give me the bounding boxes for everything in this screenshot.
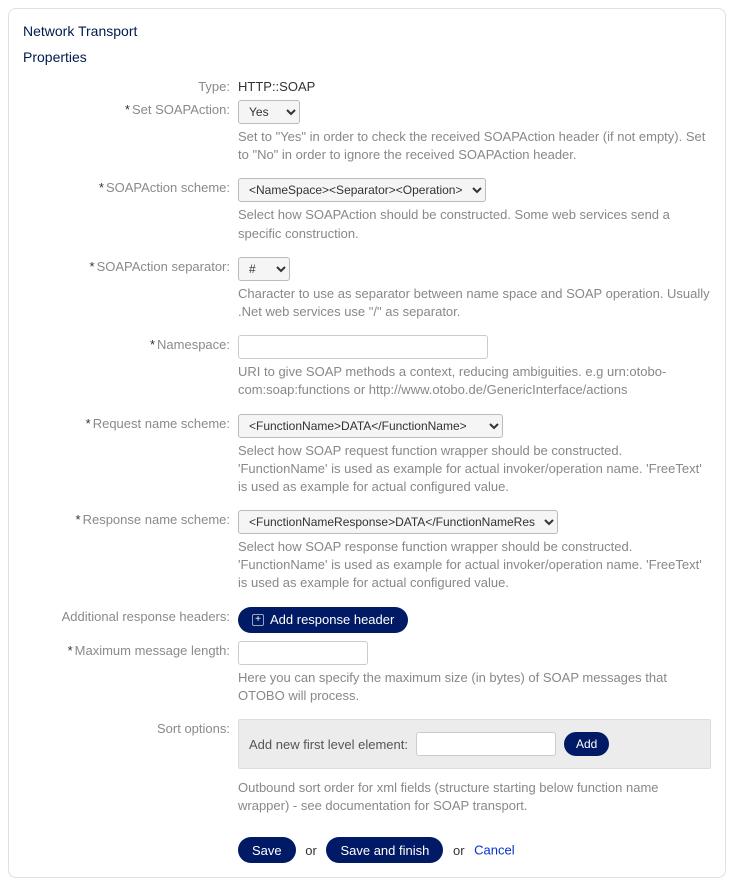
row-request-name-scheme: *Request name scheme: <FunctionName>DATA… [23, 412, 711, 505]
value-type: HTTP::SOAP [238, 75, 711, 94]
label-request-name-scheme: Request name scheme: [93, 416, 230, 431]
response-name-scheme-select[interactable]: <FunctionNameResponse>DATA</FunctionName… [238, 510, 558, 534]
row-response-name-scheme: *Response name scheme: <FunctionNameResp… [23, 508, 711, 601]
max-length-input[interactable] [238, 641, 368, 665]
sort-add-button[interactable]: Add [564, 732, 609, 756]
label-namespace: Namespace: [157, 337, 230, 352]
row-max-length: *Maximum message length: Here you can sp… [23, 639, 711, 713]
label-additional-headers: Additional response headers: [23, 605, 238, 624]
row-type: Type: HTTP::SOAP [23, 75, 711, 94]
label-sort-options: Sort options: [23, 717, 238, 736]
soapaction-separator-select[interactable]: # [238, 257, 290, 281]
label-soapaction-separator: SOAPAction separator: [97, 259, 230, 274]
help-request-name-scheme: Select how SOAP request function wrapper… [238, 442, 711, 497]
row-namespace: *Namespace: URI to give SOAP methods a c… [23, 333, 711, 407]
sort-element-input[interactable] [416, 732, 556, 756]
help-soapaction-scheme: Select how SOAPAction should be construc… [238, 206, 711, 242]
set-soapaction-select[interactable]: Yes [238, 100, 300, 124]
panel-title: Network Transport [23, 23, 711, 39]
label-set-soapaction: Set SOAPAction: [132, 102, 230, 117]
label-max-length: Maximum message length: [75, 643, 230, 658]
help-soapaction-separator: Character to use as separator between na… [238, 285, 711, 321]
namespace-input[interactable] [238, 335, 488, 359]
cancel-link[interactable]: Cancel [474, 843, 514, 858]
help-set-soapaction: Set to "Yes" in order to check the recei… [238, 128, 711, 164]
plus-icon: + [252, 614, 264, 626]
soapaction-scheme-select[interactable]: <NameSpace><Separator><Operation> [238, 178, 486, 202]
or-text-2: or [453, 843, 465, 858]
row-sort-options: Sort options: Add new first level elemen… [23, 717, 711, 823]
help-namespace: URI to give SOAP methods a context, redu… [238, 363, 711, 399]
label-soapaction-scheme: SOAPAction scheme: [106, 180, 230, 195]
save-finish-button[interactable]: Save and finish [326, 837, 443, 863]
sort-inner-label: Add new first level element: [249, 737, 408, 752]
request-name-scheme-select[interactable]: <FunctionName>DATA</FunctionName> [238, 414, 503, 438]
row-additional-headers: Additional response headers: + Add respo… [23, 605, 711, 633]
add-response-header-button[interactable]: + Add response header [238, 607, 408, 633]
properties-title: Properties [23, 49, 711, 65]
label-response-name-scheme: Response name scheme: [83, 512, 230, 527]
row-soapaction-scheme: *SOAPAction scheme: <NameSpace><Separato… [23, 176, 711, 250]
save-button[interactable]: Save [238, 837, 296, 863]
row-soapaction-separator: *SOAPAction separator: # Character to us… [23, 255, 711, 329]
sort-options-box: Add new first level element: Add [238, 719, 711, 769]
label-type: Type: [23, 75, 238, 94]
help-max-length: Here you can specify the maximum size (i… [238, 669, 711, 705]
help-sort-options: Outbound sort order for xml fields (stru… [238, 779, 711, 815]
help-response-name-scheme: Select how SOAP response function wrappe… [238, 538, 711, 593]
network-transport-panel: Network Transport Properties Type: HTTP:… [8, 8, 726, 878]
action-row: Save or Save and finish or Cancel [238, 837, 711, 863]
or-text-1: or [305, 843, 317, 858]
row-set-soapaction: *Set SOAPAction: Yes Set to "Yes" in ord… [23, 98, 711, 172]
